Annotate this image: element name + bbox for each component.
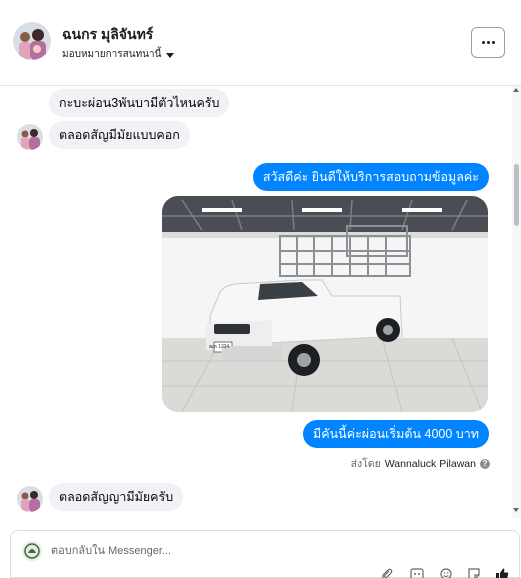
message-photo[interactable]: ฒห 1234 <box>162 196 488 412</box>
message-bubble-outgoing[interactable]: สวัสดีค่ะ ยินดีให้บริการสอบถามข้อมูลค่ะ <box>252 163 489 191</box>
emoji-icon[interactable] <box>438 567 454 578</box>
scroll-down-icon[interactable] <box>513 508 519 512</box>
assign-conversation-dropdown[interactable]: มอบหมายการสนทนานี้ <box>62 47 175 62</box>
contact-name[interactable]: ฉนกร มุลิจันทร์ <box>62 24 153 46</box>
message-bubble-outgoing[interactable]: มีคันนี้ค่ะผ่อนเริ่มต้น 4000 บาท <box>303 420 489 448</box>
more-options-button[interactable] <box>471 27 505 58</box>
sticker-icon[interactable] <box>466 567 482 578</box>
reply-input[interactable] <box>51 540 351 562</box>
caret-down-icon <box>166 52 175 58</box>
like-icon[interactable] <box>494 567 510 578</box>
sent-by-prefix: ส่งโดย <box>350 458 381 470</box>
message-bubble-incoming[interactable]: กะบะผ่อน3พันบามีตัวไหนครับ <box>49 89 230 117</box>
info-icon[interactable]: ? <box>480 458 490 469</box>
attachment-icon[interactable] <box>379 567 395 578</box>
contact-avatar[interactable] <box>13 22 51 60</box>
message-bubble-incoming[interactable]: ตลอดสัญมีมัยแบบคอก <box>49 121 190 149</box>
message-thread[interactable]: กะบะผ่อน3พันบามีตัวไหนครับ ตลอดสัญมีมัยแ… <box>0 86 512 518</box>
more-horizontal-icon <box>481 41 485 44</box>
gif-icon[interactable] <box>409 567 425 578</box>
sent-by-label: ส่งโดย Wannaluck Pilawan ? <box>351 455 490 472</box>
scroll-thumb[interactable] <box>514 164 519 226</box>
sender-avatar[interactable] <box>17 486 43 512</box>
thread-scrollbar[interactable] <box>512 86 521 518</box>
conversation-header: ฉนกร มุลิจันทร์ มอบหมายการสนทนานี้ <box>0 0 521 86</box>
sent-by-name[interactable]: Wannaluck Pilawan <box>385 458 476 470</box>
reply-composer <box>10 530 520 578</box>
more-dot <box>491 41 495 44</box>
page-avatar <box>22 541 42 561</box>
more-dot <box>486 41 490 44</box>
assign-label: มอบหมายการสนทนานี้ <box>62 49 162 60</box>
scroll-up-icon[interactable] <box>513 88 519 92</box>
sender-avatar[interactable] <box>17 124 43 150</box>
license-plate: ฒห 1234 <box>209 344 230 350</box>
message-bubble-incoming[interactable]: ตลอดสัญญามีมัยครับ <box>49 483 184 511</box>
